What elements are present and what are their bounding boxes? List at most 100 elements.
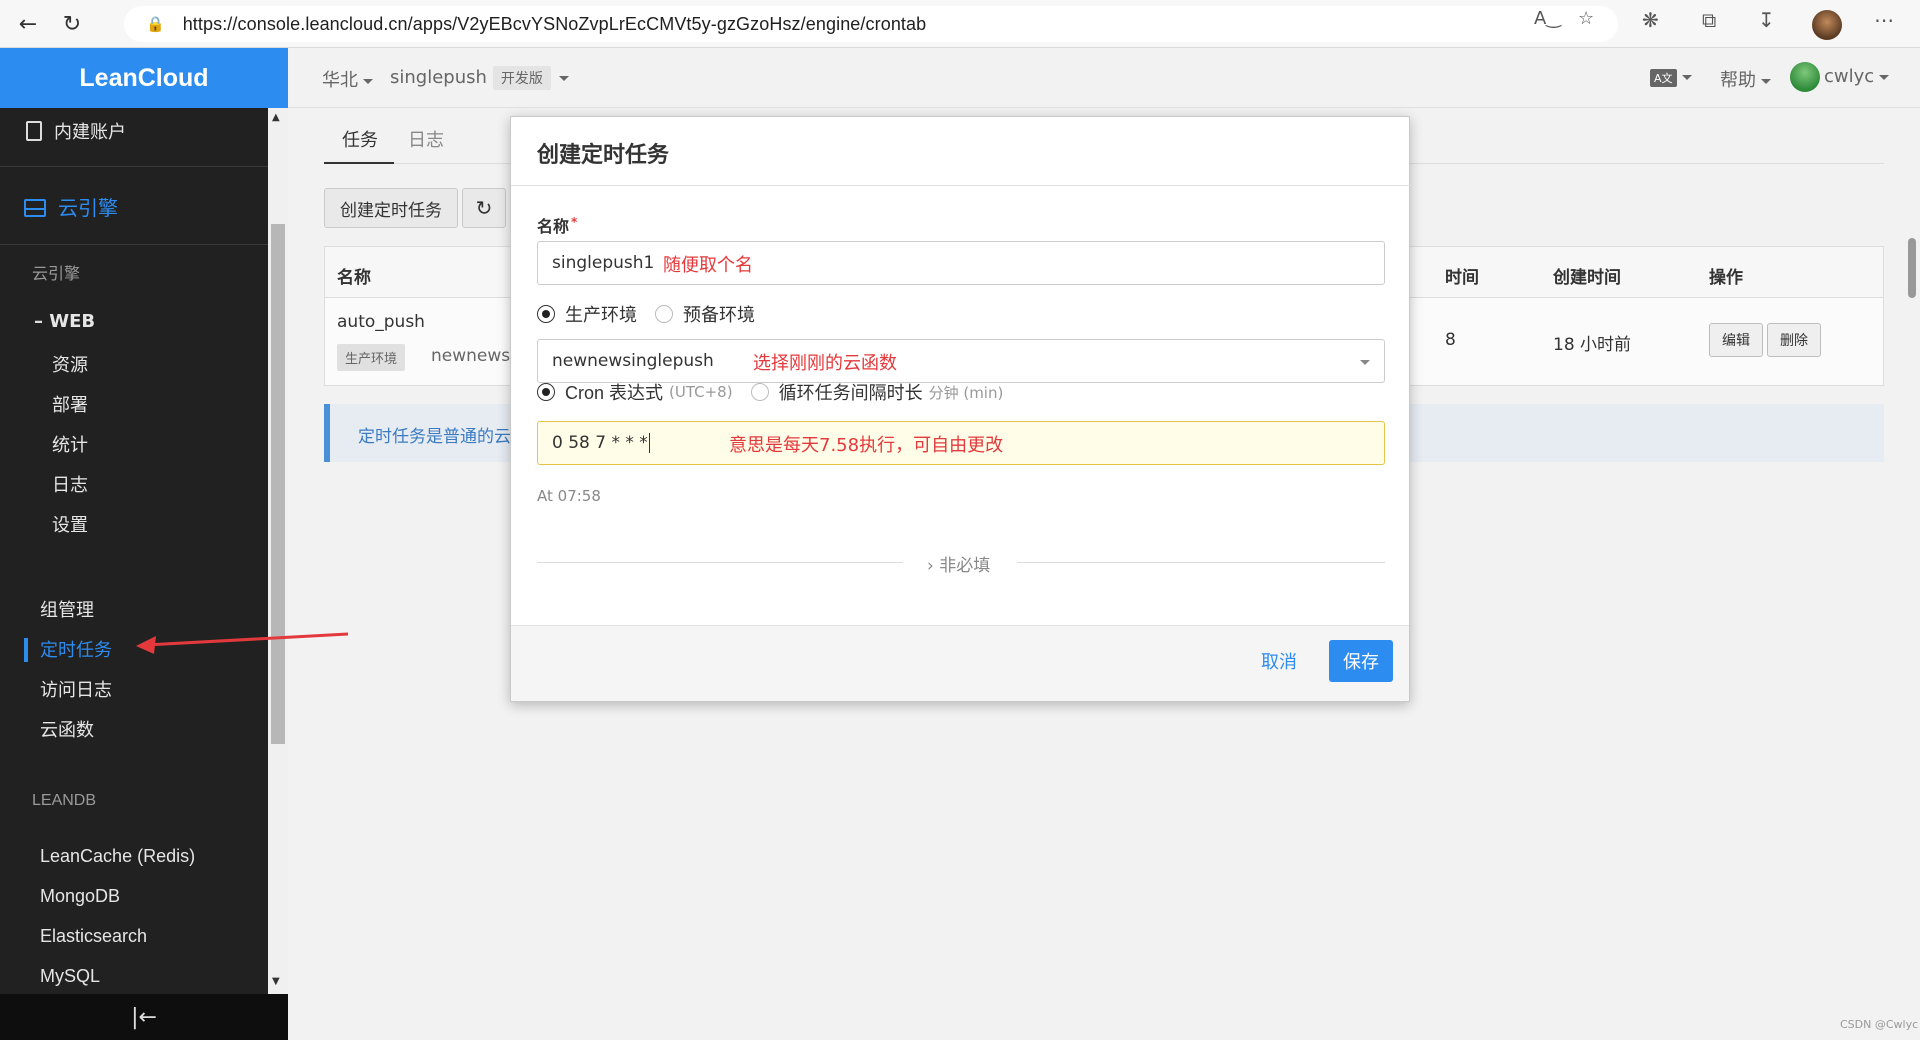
- section-title-leandb: LEANDB: [32, 792, 97, 809]
- help-menu[interactable]: 帮助: [1720, 66, 1771, 92]
- refresh-icon: ↻: [475, 196, 493, 220]
- chevron-down-icon: [558, 75, 569, 81]
- optional-label: 非必填: [939, 556, 991, 576]
- collapse-sidebar-button[interactable]: |←: [0, 994, 288, 1040]
- sidebar-group-web[interactable]: – WEB: [34, 311, 302, 332]
- account-icon: [26, 121, 42, 141]
- read-aloud-icon[interactable]: A‿: [1534, 8, 1561, 29]
- column-header-time: 时间: [1445, 268, 1479, 288]
- download-icon[interactable]: ↧: [1758, 8, 1775, 32]
- scroll-down-icon[interactable]: ▼: [272, 976, 280, 987]
- chevron-down-icon: [1681, 74, 1692, 80]
- name-label: 名称 *: [537, 213, 577, 237]
- sidebar-item-account[interactable]: 内建账户: [26, 118, 294, 144]
- text-cursor: [648, 433, 650, 453]
- avatar: [1790, 62, 1820, 92]
- more-icon[interactable]: ⋯: [1874, 8, 1894, 32]
- cron-hint: At 07:58: [537, 487, 601, 505]
- column-header-name: 名称: [337, 268, 371, 288]
- dialog-footer: 取消 保存: [511, 625, 1409, 701]
- task-function: newnewsi: [431, 346, 515, 366]
- create-crontab-dialog: 创建定时任务 名称 * singlepush1 随便取个名 生产环境 预备环境 n…: [510, 116, 1411, 702]
- sidebar-item-engine[interactable]: 云引擎: [24, 192, 292, 221]
- chevron-down-icon: [1879, 74, 1890, 80]
- server-icon: [24, 199, 46, 217]
- app-name: singlepush: [390, 67, 487, 88]
- address-bar[interactable]: 🔒 https://console.leancloud.cn/apps/V2yE…: [124, 6, 1618, 42]
- radio-interval[interactable]: [750, 383, 769, 401]
- task-created: 18 小时前: [1553, 335, 1632, 355]
- annotation-cron: 意思是每天7.58执行，可自由更改: [729, 435, 1004, 456]
- watermark: CSDN @Cwlyc: [1840, 1018, 1919, 1031]
- refresh-icon[interactable]: ↻: [56, 8, 88, 40]
- name-label-text: 名称: [537, 217, 570, 236]
- cron-timezone: (UTC+8): [669, 383, 733, 401]
- radio-cron[interactable]: [537, 383, 555, 401]
- task-time: 8: [1445, 330, 1456, 350]
- divider: [0, 244, 268, 245]
- profile-avatar[interactable]: [1812, 10, 1842, 40]
- save-button[interactable]: 保存: [1329, 640, 1393, 682]
- divider: [511, 185, 1411, 186]
- chevron-down-icon: [1761, 78, 1771, 84]
- user-menu[interactable]: cwlyc: [1790, 62, 1890, 92]
- radio-staging[interactable]: [655, 305, 673, 323]
- brand-logo[interactable]: LeanCloud: [0, 48, 288, 108]
- section-title-engine: 云引擎: [32, 264, 81, 283]
- back-icon[interactable]: ←: [12, 8, 44, 40]
- create-crontab-button[interactable]: 创建定时任务: [324, 188, 458, 228]
- refresh-button[interactable]: ↻: [462, 188, 506, 228]
- app-select[interactable]: singlepush 开发版: [390, 66, 569, 90]
- interval-unit: 分钟 (min): [928, 383, 1004, 402]
- extensions-icon[interactable]: ❋: [1642, 8, 1659, 32]
- radio-production-label[interactable]: 生产环境: [565, 301, 637, 327]
- optional-toggle[interactable]: › 非必填: [927, 551, 990, 576]
- top-header: 华北 singlepush 开发版 A文 帮助 cwlyc: [288, 48, 1920, 108]
- required-mark: *: [571, 214, 578, 229]
- radio-cron-label[interactable]: Cron 表达式: [565, 379, 663, 405]
- cron-input-value: 0 58 7 * * *: [552, 433, 648, 453]
- delete-button[interactable]: 删除: [1767, 323, 1821, 357]
- region-select[interactable]: 华北: [322, 66, 373, 92]
- language-select[interactable]: A文: [1650, 66, 1692, 87]
- divider: [0, 166, 268, 167]
- chevron-down-icon: [363, 78, 373, 84]
- sidebar-group-label: WEB: [49, 311, 96, 332]
- collapse-left-icon: |←: [131, 1004, 157, 1030]
- schedule-radio-group: Cron 表达式 (UTC+8) 循环任务间隔时长 分钟 (min): [537, 379, 1003, 405]
- chevron-right-icon: ›: [927, 556, 934, 576]
- translate-icon: A文: [1650, 69, 1677, 87]
- dialog-title: 创建定时任务: [537, 143, 670, 168]
- env-badge: 生产环境: [337, 344, 406, 371]
- chevron-down-icon: [1360, 360, 1370, 365]
- name-input-value: singlepush1: [552, 253, 655, 273]
- active-indicator: [24, 638, 28, 662]
- collections-icon[interactable]: ⧉: [1702, 8, 1716, 32]
- tab-tasks[interactable]: 任务: [342, 126, 378, 152]
- radio-production[interactable]: [537, 305, 555, 323]
- annotation-function: 选择刚刚的云函数: [753, 353, 897, 374]
- favorite-icon[interactable]: ☆: [1578, 8, 1594, 29]
- function-select[interactable]: newnewsinglepush: [537, 339, 1385, 383]
- divider: [537, 562, 903, 563]
- edit-button[interactable]: 编辑: [1709, 323, 1763, 357]
- column-header-actions: 操作: [1709, 268, 1743, 288]
- region-label: 华北: [322, 70, 358, 91]
- scroll-up-icon[interactable]: ▲: [272, 112, 280, 123]
- help-label: 帮助: [1720, 70, 1756, 91]
- active-tab-underline: [324, 162, 394, 164]
- sidebar-scroll-thumb[interactable]: [271, 224, 285, 744]
- tab-logs[interactable]: 日志: [408, 126, 444, 152]
- radio-interval-label[interactable]: 循环任务间隔时长: [779, 379, 923, 405]
- cancel-button[interactable]: 取消: [1261, 648, 1297, 674]
- app-tier-badge: 开发版: [492, 66, 551, 90]
- sidebar-item-label: 内建账户: [54, 122, 126, 143]
- sidebar: LeanCloud 内建账户 云引擎 云引擎 – WEB 资源 部署 统计 日志…: [0, 48, 288, 1040]
- sidebar-item-label: 云引擎: [58, 196, 118, 220]
- page-scrollbar[interactable]: [1908, 238, 1916, 298]
- radio-staging-label[interactable]: 预备环境: [683, 301, 755, 327]
- browser-toolbar: ← ↻ 🔒 https://console.leancloud.cn/apps/…: [0, 0, 1920, 48]
- lock-icon: 🔒: [146, 15, 165, 33]
- divider: [1017, 562, 1385, 563]
- column-header-created: 创建时间: [1553, 268, 1621, 288]
